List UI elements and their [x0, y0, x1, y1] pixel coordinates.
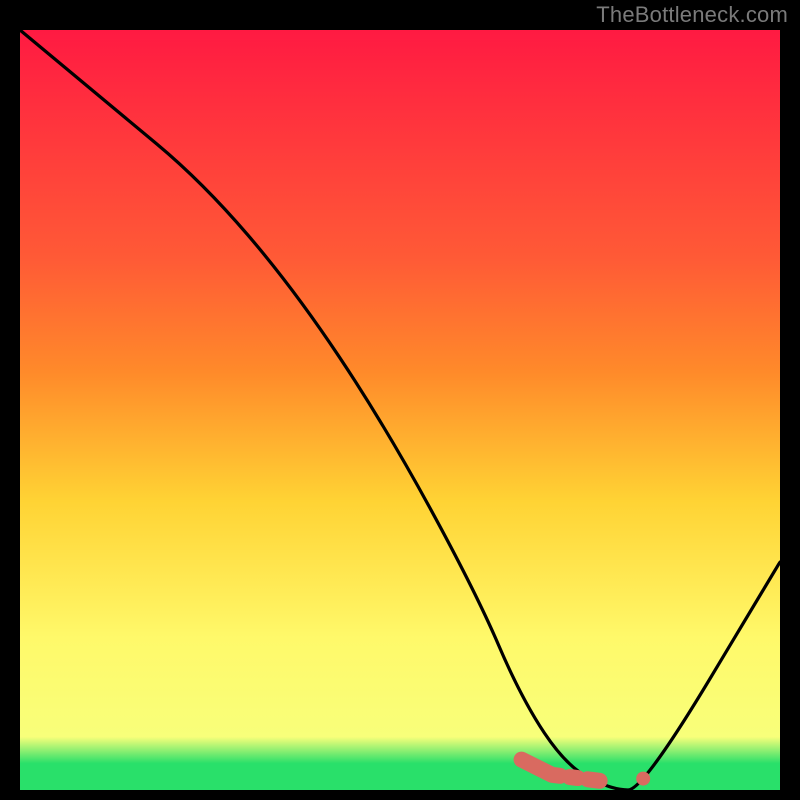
chart-plot-area: [20, 30, 780, 790]
chart-svg: [20, 30, 780, 790]
chart-frame: TheBottleneck.com: [0, 0, 800, 800]
chart-background: [20, 30, 780, 790]
attribution-text: TheBottleneck.com: [596, 2, 788, 28]
optimal-end-dot: [636, 772, 650, 786]
